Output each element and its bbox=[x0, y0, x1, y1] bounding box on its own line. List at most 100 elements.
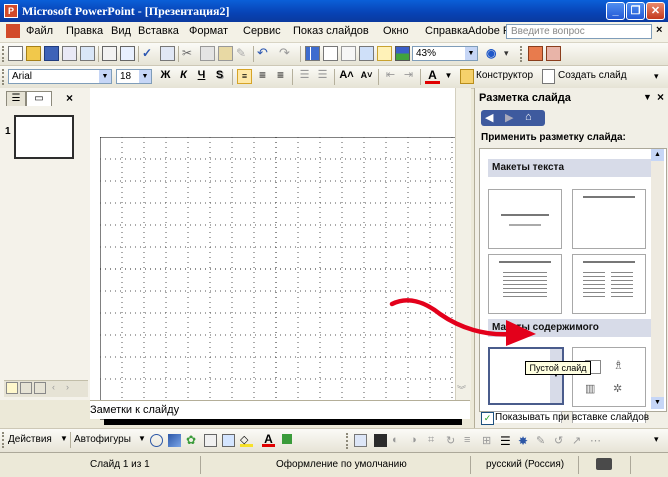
slide-thumbnail[interactable] bbox=[14, 115, 74, 159]
chevron-double-down-icon[interactable]: ︾ bbox=[457, 383, 466, 396]
layout-title-slide[interactable] bbox=[488, 189, 562, 249]
new-slide-button[interactable]: Создать слайд bbox=[558, 70, 627, 81]
print-icon[interactable] bbox=[102, 46, 117, 61]
autoshapes-button[interactable]: Автофигуры bbox=[74, 434, 131, 445]
font-color-icon[interactable]: A bbox=[425, 69, 440, 84]
redo-icon[interactable]: ↷ bbox=[279, 46, 294, 61]
format-picture-icon[interactable]: ✸ bbox=[518, 434, 533, 449]
show-grid-icon[interactable] bbox=[377, 46, 392, 61]
clipart-icon[interactable] bbox=[204, 434, 217, 447]
paste-icon[interactable] bbox=[218, 46, 233, 61]
image-contrast-icon[interactable] bbox=[374, 434, 387, 447]
toolbar-options-icon[interactable]: ▾ bbox=[504, 46, 519, 61]
ellipse-icon[interactable] bbox=[150, 434, 163, 447]
designer-icon[interactable] bbox=[460, 69, 474, 84]
menu-help[interactable]: Справка bbox=[425, 25, 468, 37]
font-select[interactable]: Arial ▼ bbox=[8, 69, 112, 84]
adobe-pdf-icon[interactable] bbox=[528, 46, 543, 61]
menu-tools[interactable]: Сервис bbox=[243, 25, 281, 37]
brightness-icon[interactable]: ◐ bbox=[392, 434, 407, 449]
designer-button[interactable]: Конструктор bbox=[476, 70, 533, 81]
back-icon[interactable]: ◀ bbox=[485, 111, 493, 124]
scroll-right-icon[interactable]: › bbox=[66, 382, 81, 397]
undo-icon[interactable]: ↶ bbox=[257, 46, 272, 61]
picture-icon[interactable] bbox=[222, 434, 235, 447]
bold-button[interactable]: Ж bbox=[158, 69, 173, 81]
slide-sorter-icon[interactable] bbox=[20, 382, 32, 394]
research-icon[interactable] bbox=[160, 46, 175, 61]
set-transparent-icon[interactable]: ✎ bbox=[536, 434, 551, 449]
align-center-icon[interactable]: ≡ bbox=[255, 69, 270, 84]
menu-view[interactable]: Вид bbox=[111, 25, 131, 37]
adobe-pdf-mail-icon[interactable] bbox=[546, 46, 561, 61]
toolbar-grip[interactable] bbox=[2, 46, 7, 62]
insert-chart-icon[interactable] bbox=[305, 46, 320, 61]
cut-icon[interactable]: ✂ bbox=[182, 46, 197, 61]
chevron-up-icon[interactable]: ▲ bbox=[651, 149, 664, 161]
close-document-icon[interactable]: × bbox=[656, 24, 662, 36]
print-preview-icon[interactable] bbox=[120, 46, 135, 61]
align-right-icon[interactable]: ≡ bbox=[273, 69, 288, 84]
slide-canvas[interactable] bbox=[100, 137, 462, 425]
slideshow-view-icon[interactable] bbox=[34, 382, 46, 394]
layout-title-two-columns[interactable] bbox=[572, 254, 646, 314]
chevron-down-icon[interactable]: ▼ bbox=[643, 92, 652, 102]
home-icon[interactable]: ⌂ bbox=[525, 111, 532, 123]
help-icon[interactable]: ◉ bbox=[486, 46, 501, 61]
show-on-insert-checkbox[interactable]: ✓ bbox=[481, 412, 494, 425]
increase-indent-icon[interactable]: ⇥ bbox=[401, 69, 416, 84]
shadow-button[interactable]: S bbox=[212, 69, 227, 81]
dash-style-icon[interactable]: ⋯ bbox=[590, 434, 605, 449]
email-icon[interactable] bbox=[80, 46, 95, 61]
normal-view-icon[interactable] bbox=[6, 382, 18, 394]
crop-icon[interactable] bbox=[354, 434, 367, 447]
line-weight-icon[interactable]: ☰ bbox=[500, 434, 515, 449]
increase-font-size-icon[interactable]: A˄ bbox=[339, 69, 354, 84]
chevron-down-icon[interactable]: ▼ bbox=[651, 397, 664, 409]
color-grayscale-icon[interactable] bbox=[395, 46, 410, 61]
notes-pane[interactable]: Заметки к слайду bbox=[90, 400, 470, 419]
numbering-icon[interactable]: ☰ bbox=[297, 69, 312, 84]
expand-all-icon[interactable] bbox=[341, 46, 356, 61]
chevron-down-icon[interactable]: ▼ bbox=[99, 70, 111, 83]
forward-icon[interactable]: ▶ bbox=[505, 111, 513, 124]
close-pane-icon[interactable]: × bbox=[66, 91, 73, 105]
document-icon[interactable] bbox=[6, 24, 20, 38]
spelling-icon[interactable]: ✓ bbox=[142, 46, 157, 61]
brightness-less-icon[interactable]: ◑ bbox=[410, 434, 425, 449]
underline-button[interactable]: Ч bbox=[194, 69, 209, 81]
shadow-style-icon[interactable] bbox=[282, 434, 292, 444]
tab-outline[interactable]: ☰ bbox=[6, 91, 26, 106]
toolbar-options-icon[interactable]: ▾ bbox=[654, 69, 668, 84]
powerpoint-icon[interactable]: P bbox=[4, 4, 18, 18]
wordart-icon[interactable] bbox=[168, 434, 181, 447]
layout-title-only[interactable] bbox=[572, 189, 646, 249]
permission-icon[interactable] bbox=[62, 46, 77, 61]
toolbar-grip[interactable] bbox=[2, 432, 7, 448]
font-color-icon[interactable]: A bbox=[262, 433, 275, 447]
diagram-icon[interactable]: ✿ bbox=[186, 434, 199, 447]
zoom-select[interactable]: 43% ▼ bbox=[412, 46, 478, 61]
italic-button[interactable]: К bbox=[176, 69, 191, 81]
new-icon[interactable] bbox=[8, 46, 23, 61]
ask-question-input[interactable]: Введите вопрос bbox=[506, 24, 652, 39]
save-icon[interactable] bbox=[44, 46, 59, 61]
toolbar-options-icon[interactable]: ▾ bbox=[654, 434, 668, 449]
menu-edit[interactable]: Правка bbox=[66, 25, 103, 37]
align-left-icon[interactable]: ≡ bbox=[237, 69, 252, 84]
menu-window[interactable]: Окно bbox=[383, 25, 409, 37]
fill-color-icon[interactable]: ◇ bbox=[240, 434, 253, 447]
crop-image-icon[interactable]: ⌗ bbox=[428, 434, 443, 449]
chevron-down-icon[interactable]: ▼ bbox=[550, 349, 562, 403]
actions-button[interactable]: Действия bbox=[8, 434, 52, 445]
chevron-down-icon[interactable]: ▼ bbox=[465, 47, 477, 60]
line-style-icon[interactable]: ≡ bbox=[464, 434, 479, 449]
font-size-select[interactable]: 18 ▼ bbox=[116, 69, 152, 84]
decrease-indent-icon[interactable]: ⇤ bbox=[383, 69, 398, 84]
spelling-status-icon[interactable] bbox=[596, 458, 612, 470]
layout-content[interactable]: ♗ ▥ ✲ bbox=[572, 347, 646, 407]
minimize-button[interactable]: _ bbox=[606, 2, 625, 20]
close-button[interactable]: ✕ bbox=[646, 2, 665, 20]
chevron-down-icon[interactable]: ▼ bbox=[138, 434, 146, 443]
chevron-down-icon[interactable]: ▼ bbox=[60, 434, 68, 443]
